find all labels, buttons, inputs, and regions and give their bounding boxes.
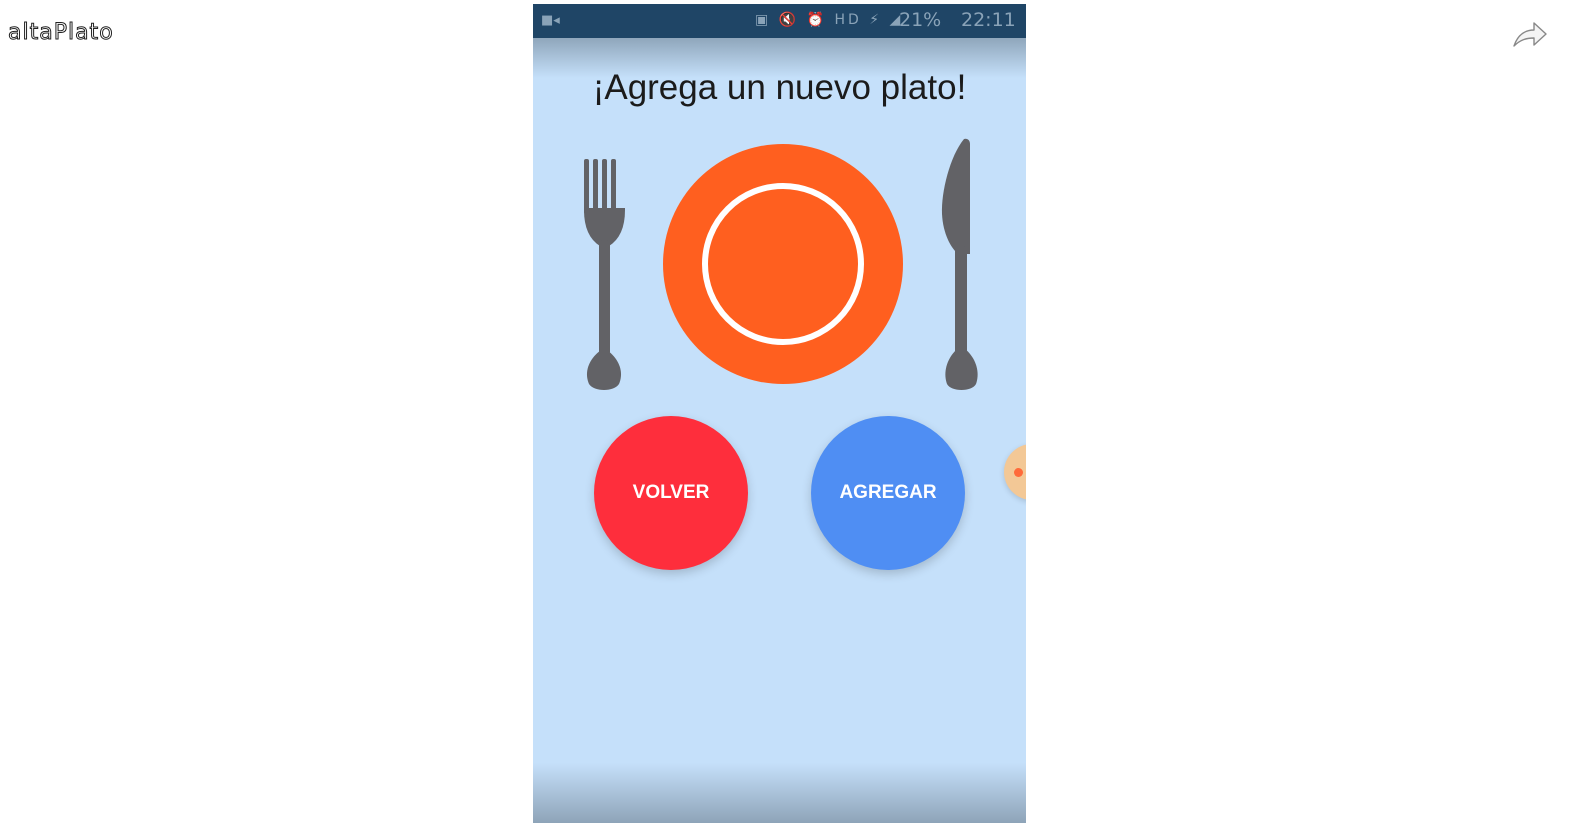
page-title: ¡Agrega un nuevo plato! [592, 68, 967, 107]
fork-icon [584, 159, 625, 390]
agregar-button[interactable]: AGREGAR [811, 416, 965, 570]
floating-action-button[interactable] [1004, 444, 1026, 500]
knife-icon [941, 138, 978, 390]
status-icons: ▣ 🔇 ⏰ HD ⚡ ◢ [755, 12, 904, 28]
video-title: altaPlato [8, 20, 114, 46]
volver-button[interactable]: VOLVER [594, 416, 748, 570]
status-bar: ■◂ ▣ 🔇 ⏰ HD ⚡ ◢ 21% 22:11 [533, 4, 1026, 38]
share-icon[interactable] [1510, 18, 1550, 52]
clock: 22:11 [961, 9, 1016, 31]
plate-icon [663, 144, 903, 384]
tableware-illustration [584, 138, 978, 390]
battery-level: 21% [899, 9, 942, 31]
phone-screen: ■◂ ▣ 🔇 ⏰ HD ⚡ ◢ 21% 22:11 ¡Agrega un nue… [533, 4, 1026, 823]
video-camera-icon: ■◂ [541, 13, 560, 28]
